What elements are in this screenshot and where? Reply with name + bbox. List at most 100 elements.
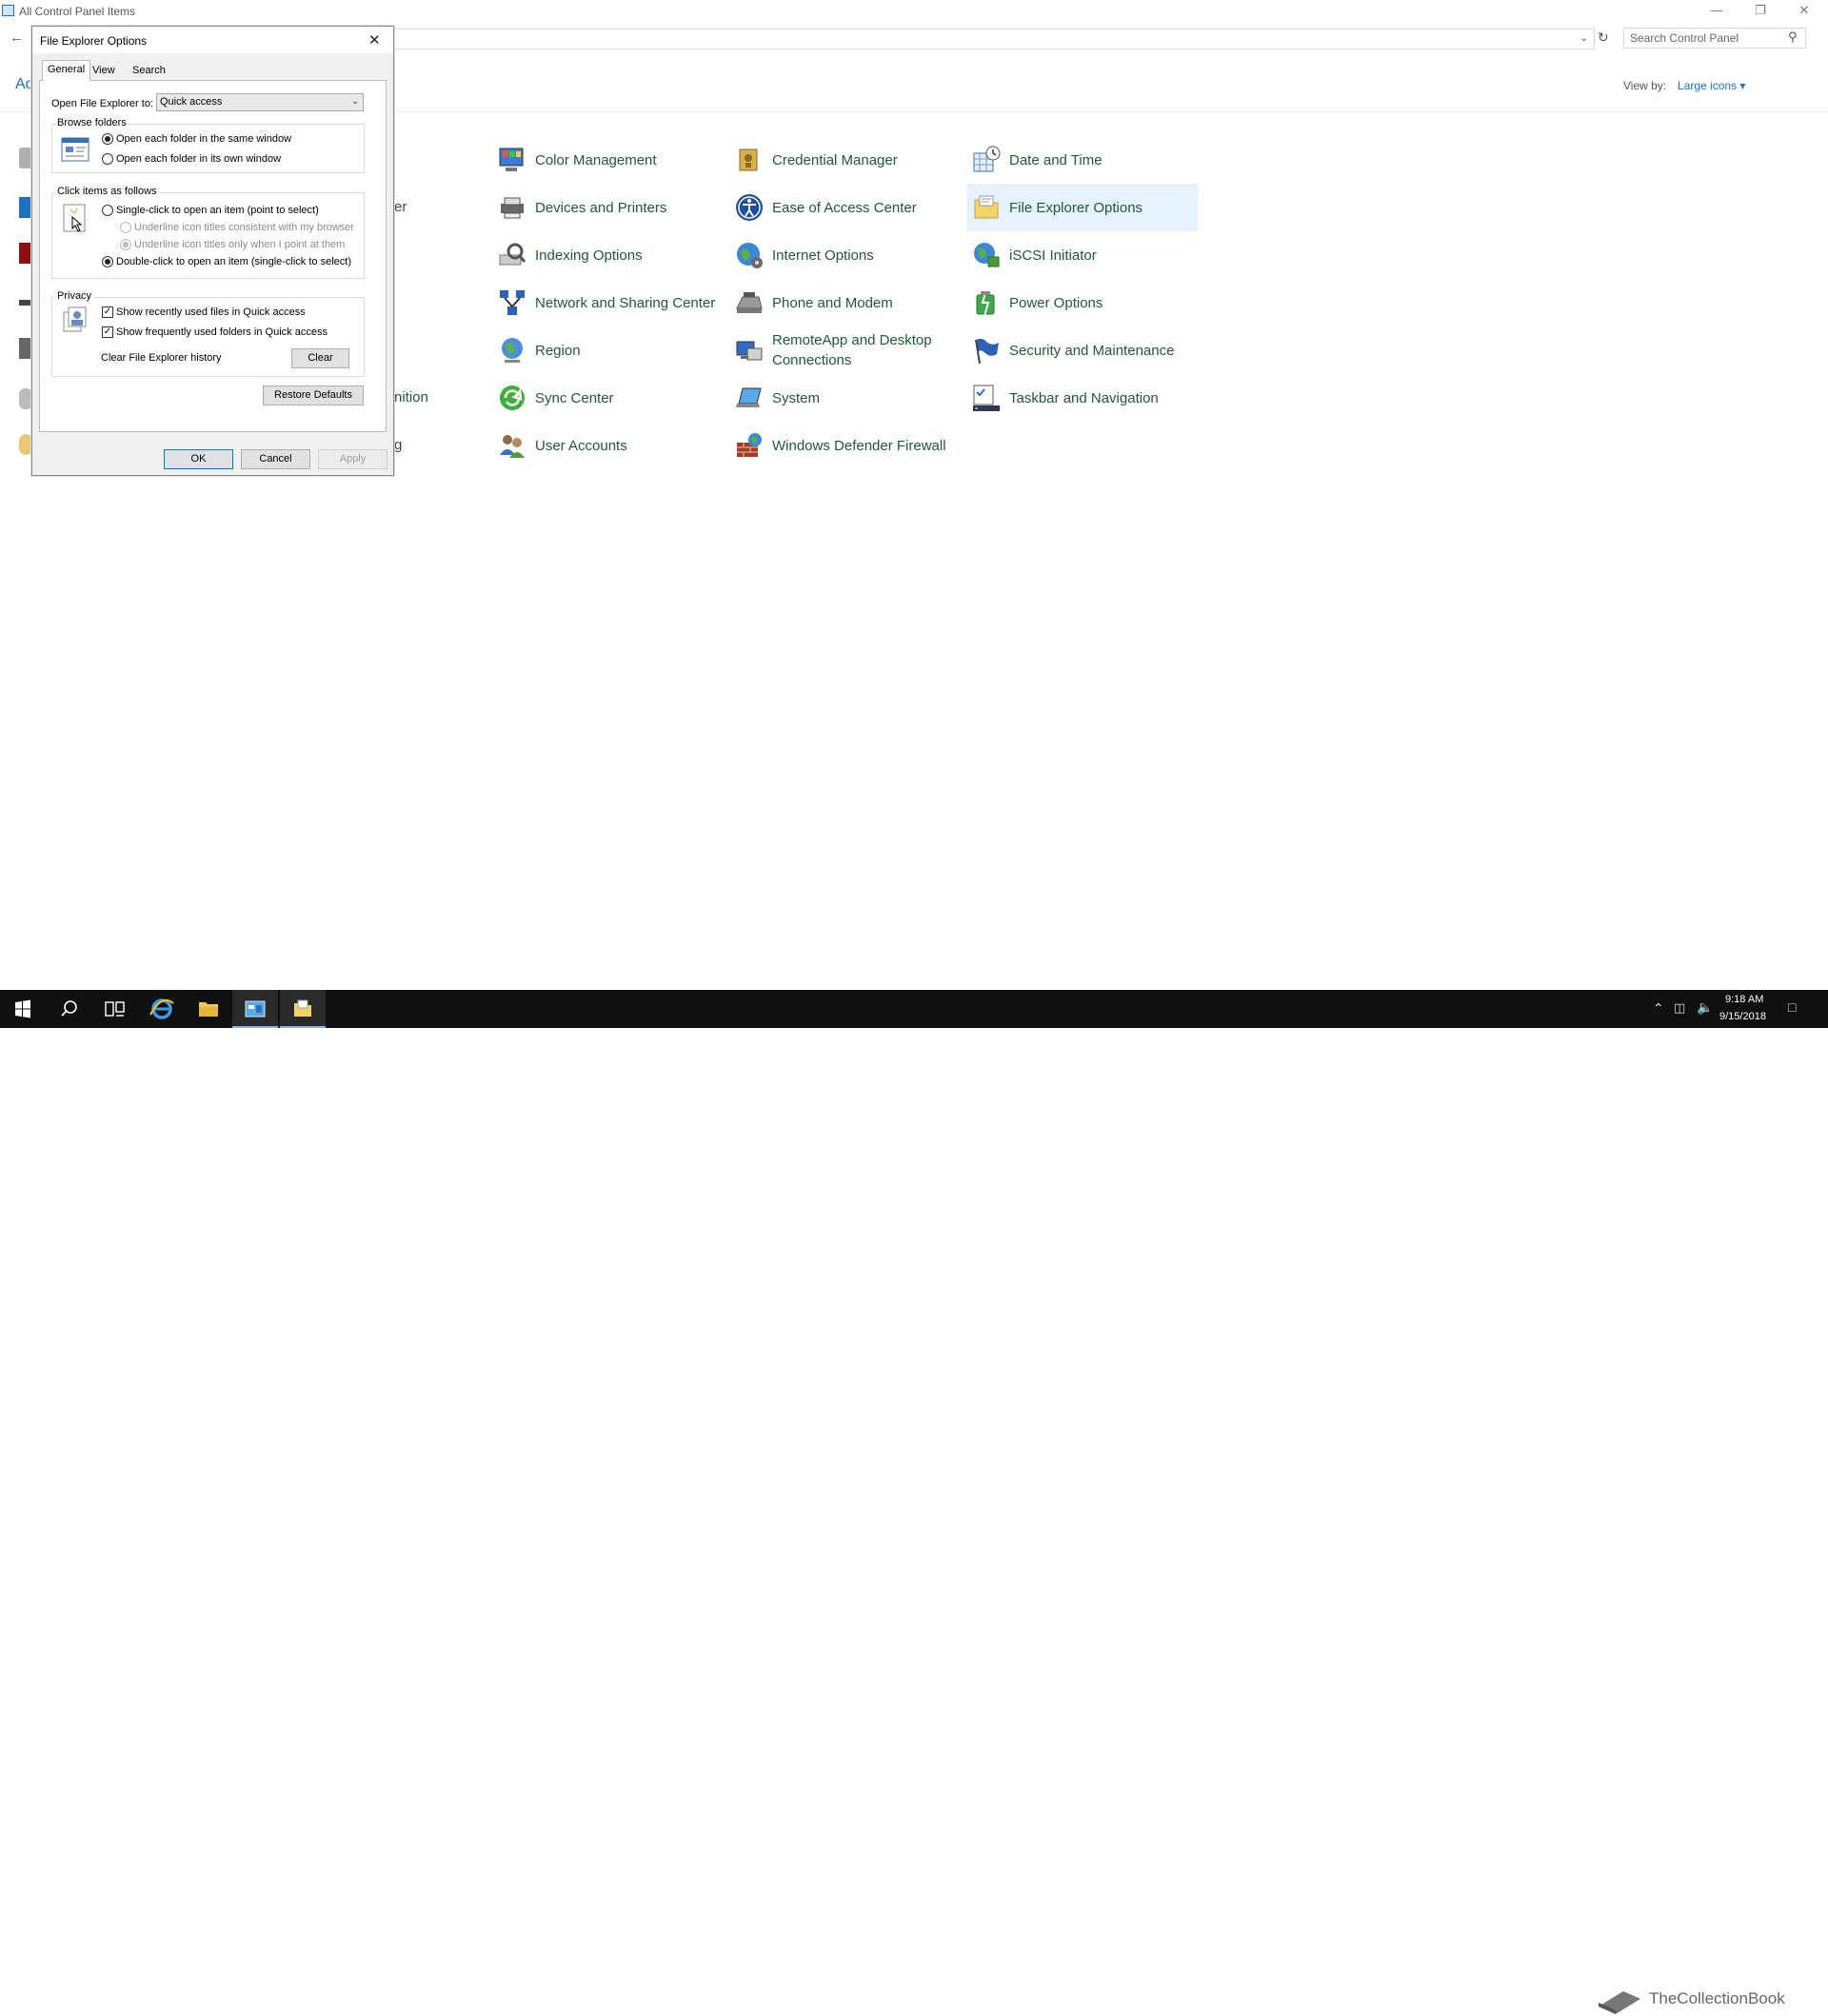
- volume-icon[interactable]: 🔈: [1697, 999, 1713, 1016]
- item-label: System: [772, 389, 821, 406]
- item-phone-modem[interactable]: Phone and Modem: [734, 279, 963, 326]
- double-click-label[interactable]: Double-click to open an item (single-cli…: [116, 256, 351, 267]
- view-by-label: View by:: [1623, 79, 1667, 92]
- clipped-item-icon: [19, 243, 32, 264]
- file-explorer-options-taskbar-button[interactable]: [280, 990, 326, 1028]
- close-icon[interactable]: ✕: [368, 31, 381, 49]
- item-ease-of-access[interactable]: Ease of Access Center: [734, 184, 963, 231]
- credential-manager-icon: [739, 148, 758, 171]
- control-panel-taskbar-button[interactable]: [232, 990, 278, 1028]
- chevron-up-icon[interactable]: ⌃: [1653, 1000, 1664, 1017]
- window-title: All Control Panel Items: [19, 5, 136, 18]
- close-button[interactable]: ✕: [1782, 0, 1826, 21]
- show-frequent-folders-label[interactable]: Show frequently used folders in Quick ac…: [116, 326, 328, 338]
- devices-printers-icon: [501, 197, 524, 219]
- tab-search[interactable]: Search: [127, 61, 171, 80]
- browse-own-window-label[interactable]: Open each folder in its own window: [116, 153, 281, 165]
- open-explorer-label: Open File Explorer to:: [51, 98, 153, 109]
- watermark: TheCollectionBook: [1595, 1982, 1814, 2016]
- item-sync-center[interactable]: Sync Center: [497, 374, 725, 422]
- clipped-item-label: er: [394, 199, 407, 215]
- item-file-explorer-options[interactable]: File Explorer Options: [966, 184, 1198, 231]
- single-click-radio[interactable]: [102, 205, 113, 216]
- color-management-icon: [499, 148, 524, 171]
- item-devices-printers[interactable]: Devices and Printers: [497, 184, 725, 231]
- restore-defaults-button[interactable]: Restore Defaults: [263, 385, 364, 405]
- browse-folders-icon: [61, 137, 89, 162]
- browse-same-window-label[interactable]: Open each folder in the same window: [116, 133, 291, 145]
- file-explorer-options-icon: [294, 999, 311, 1017]
- clock-time[interactable]: 9:18 AM: [1725, 994, 1763, 1005]
- clock-date[interactable]: 9/15/2018: [1719, 1011, 1766, 1022]
- item-region[interactable]: Region: [497, 326, 725, 374]
- item-label: Region: [535, 342, 581, 359]
- search-input[interactable]: Search Control Panel: [1623, 28, 1806, 49]
- date-time-icon: [973, 146, 1001, 172]
- underline-browser-radio[interactable]: [120, 222, 131, 233]
- item-label: Power Options: [1009, 294, 1103, 311]
- item-credential-manager[interactable]: Credential Manager: [734, 136, 963, 184]
- control-panel-icon: [2, 5, 14, 16]
- dialog-title-bar: File Explorer Options ✕: [32, 27, 393, 53]
- item-power-options[interactable]: Power Options: [971, 279, 1200, 326]
- item-indexing-options[interactable]: Indexing Options: [497, 231, 725, 279]
- double-click-radio[interactable]: [102, 256, 113, 267]
- item-label: Ease of Access Center: [772, 199, 917, 216]
- item-internet-options[interactable]: Internet Options: [734, 231, 963, 279]
- underline-point-label[interactable]: Underline icon titles only when I point …: [134, 239, 345, 250]
- item-user-accounts[interactable]: User Accounts: [497, 422, 725, 469]
- single-click-label[interactable]: Single-click to open an item (point to s…: [116, 205, 319, 216]
- refresh-icon[interactable]: ↻: [1598, 30, 1609, 46]
- show-frequent-folders-checkbox[interactable]: ✓: [102, 326, 113, 338]
- item-network-sharing[interactable]: Network and Sharing Center: [497, 279, 725, 326]
- file-explorer-button[interactable]: [186, 990, 231, 1028]
- user-accounts-icon: [500, 435, 525, 458]
- tab-general[interactable]: General: [42, 60, 91, 81]
- view-by-dropdown[interactable]: Large icons ▾: [1678, 79, 1745, 92]
- item-firewall[interactable]: Windows Defender Firewall: [734, 422, 963, 469]
- remoteapp-icon: [736, 341, 763, 361]
- apply-button[interactable]: Apply: [318, 449, 387, 469]
- folder-icon: [199, 1002, 218, 1017]
- task-view-button[interactable]: [91, 990, 137, 1028]
- item-label: User Accounts: [535, 437, 627, 454]
- search-button[interactable]: [46, 990, 91, 1028]
- item-label: Sync Center: [535, 389, 614, 406]
- underline-point-radio[interactable]: [120, 239, 131, 250]
- item-taskbar-navigation[interactable]: Taskbar and Navigation: [971, 374, 1200, 422]
- item-date-time[interactable]: Date and Time: [971, 136, 1200, 184]
- start-button[interactable]: [0, 990, 46, 1028]
- windows-logo-icon: [15, 999, 30, 1018]
- search-icon[interactable]: ⚲: [1788, 30, 1798, 45]
- internet-explorer-button[interactable]: [139, 990, 185, 1028]
- underline-browser-label[interactable]: Underline icon titles consistent with my…: [134, 222, 354, 233]
- show-recent-files-checkbox[interactable]: ✓: [102, 306, 113, 318]
- minimize-button[interactable]: —: [1695, 0, 1739, 21]
- item-label: Indexing Options: [535, 247, 643, 264]
- back-arrow-icon[interactable]: ←: [10, 30, 24, 46]
- item-color-management[interactable]: Color Management: [497, 136, 725, 184]
- browse-same-window-radio[interactable]: [102, 133, 113, 145]
- item-remoteapp[interactable]: RemoteApp and Desktop Connections: [734, 326, 963, 374]
- open-explorer-select[interactable]: Quick access: [156, 93, 364, 111]
- cancel-button[interactable]: Cancel: [241, 449, 310, 469]
- address-bar[interactable]: [328, 29, 1595, 49]
- network-icon[interactable]: ◫: [1674, 1000, 1685, 1016]
- item-label: Security and Maintenance: [1009, 342, 1175, 359]
- privacy-label: Privacy: [55, 290, 94, 302]
- item-security-maintenance[interactable]: Security and Maintenance: [971, 326, 1200, 374]
- tab-view[interactable]: View: [87, 61, 121, 80]
- security-maintenance-icon: [975, 338, 999, 365]
- clear-button[interactable]: Clear: [291, 348, 349, 368]
- notifications-icon[interactable]: □: [1788, 999, 1796, 1015]
- browse-own-window-radio[interactable]: [102, 153, 113, 165]
- chevron-down-icon[interactable]: ⌄: [351, 96, 359, 107]
- ok-button[interactable]: OK: [164, 449, 233, 469]
- show-recent-files-label[interactable]: Show recently used files in Quick access: [116, 306, 306, 318]
- chevron-down-icon[interactable]: ⌄: [1580, 31, 1588, 44]
- item-system[interactable]: System: [734, 374, 963, 422]
- item-iscsi-initiator[interactable]: iSCSI Initiator: [971, 231, 1200, 279]
- phone-modem-icon: [736, 292, 763, 313]
- restore-button[interactable]: ❐: [1739, 0, 1782, 21]
- clipped-item-icon: [19, 197, 32, 218]
